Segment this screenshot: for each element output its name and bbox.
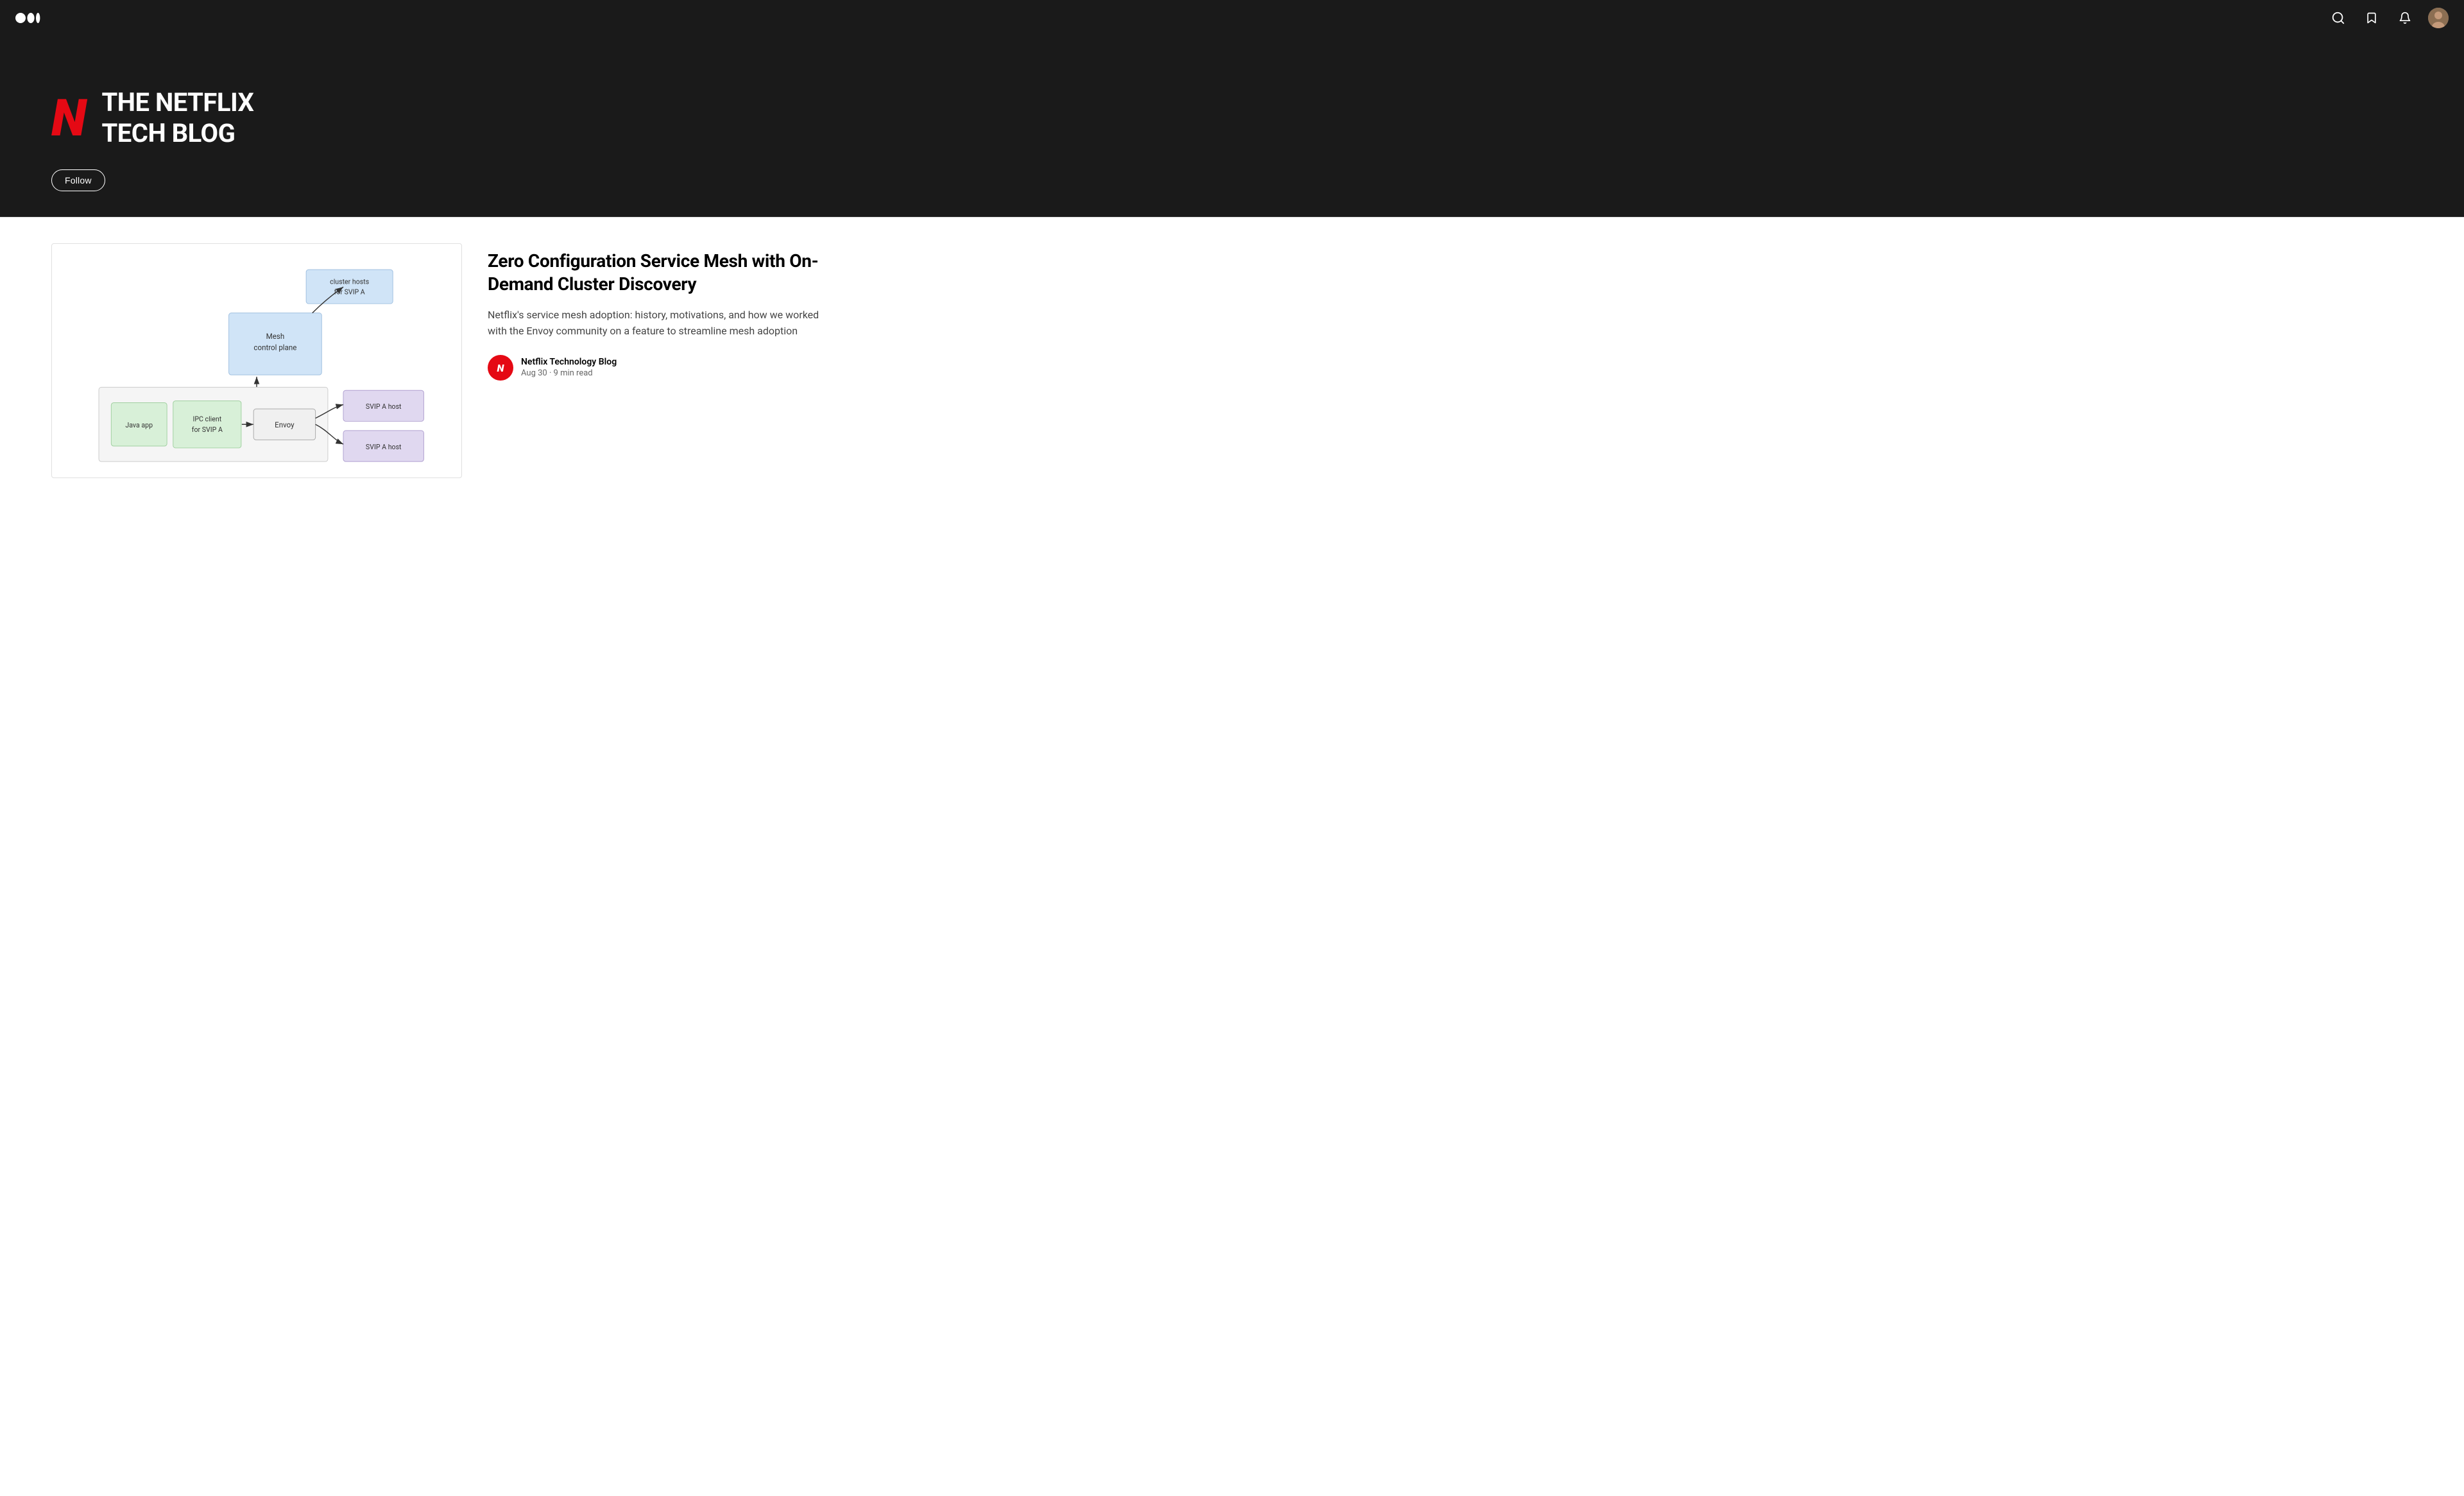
svg-text:IPC client: IPC client: [193, 415, 221, 423]
notification-button[interactable]: [2395, 8, 2415, 28]
article-thumbnail[interactable]: cluster hosts for SVIP A Mesh control pl…: [51, 243, 462, 478]
nav-icons: [2328, 8, 2449, 28]
author-meta: Netflix Technology Blog Aug 30 · 9 min r…: [521, 357, 617, 378]
blog-title-line2: TECH BLOG: [102, 118, 254, 149]
bookmark-button[interactable]: [2361, 8, 2382, 28]
svg-text:control plane: control plane: [253, 343, 296, 352]
netflix-n-logo: N: [51, 92, 87, 144]
logo-area: [15, 10, 41, 26]
medium-logo-icon: [15, 10, 41, 26]
author-row: N Netflix Technology Blog Aug 30 · 9 min…: [488, 355, 821, 381]
author-name[interactable]: Netflix Technology Blog: [521, 357, 617, 367]
blog-header: N THE NETFLIX TECH BLOG: [51, 87, 2413, 149]
svg-text:N: N: [497, 362, 505, 374]
follow-button[interactable]: Follow: [51, 169, 105, 191]
user-avatar[interactable]: [2428, 8, 2449, 28]
blog-title: THE NETFLIX TECH BLOG: [102, 87, 254, 149]
content-area: cluster hosts for SVIP A Mesh control pl…: [0, 218, 2464, 504]
article-subtitle: Netflix's service mesh adoption: history…: [488, 307, 821, 340]
article-card: cluster hosts for SVIP A Mesh control pl…: [51, 243, 821, 478]
top-nav: [0, 0, 2464, 36]
avatar-image: [2428, 8, 2449, 28]
bell-icon: [2399, 11, 2411, 25]
svg-text:SVIP A host: SVIP A host: [366, 443, 402, 451]
author-avatar-icon: N: [492, 359, 509, 377]
svg-text:cluster hosts: cluster hosts: [330, 277, 369, 286]
svg-text:SVIP A host: SVIP A host: [366, 402, 402, 411]
svg-text:for SVIP A: for SVIP A: [334, 288, 365, 297]
architecture-diagram: cluster hosts for SVIP A Mesh control pl…: [65, 257, 449, 462]
blog-title-line1: THE NETFLIX: [102, 87, 254, 118]
svg-text:Envoy: Envoy: [275, 420, 295, 429]
bookmark-icon: [2365, 11, 2378, 25]
article-title[interactable]: Zero Configuration Service Mesh with On-…: [488, 250, 821, 297]
author-avatar[interactable]: N: [488, 355, 513, 381]
search-icon: [2331, 11, 2345, 25]
svg-text:Java app: Java app: [125, 421, 153, 429]
article-info: Zero Configuration Service Mesh with On-…: [488, 243, 821, 381]
search-button[interactable]: [2328, 8, 2348, 28]
author-date: Aug 30 · 9 min read: [521, 368, 617, 378]
svg-text:for SVIP A: for SVIP A: [192, 426, 223, 434]
hero-banner: N THE NETFLIX TECH BLOG Follow: [0, 36, 2464, 217]
svg-text:Mesh: Mesh: [266, 332, 285, 341]
